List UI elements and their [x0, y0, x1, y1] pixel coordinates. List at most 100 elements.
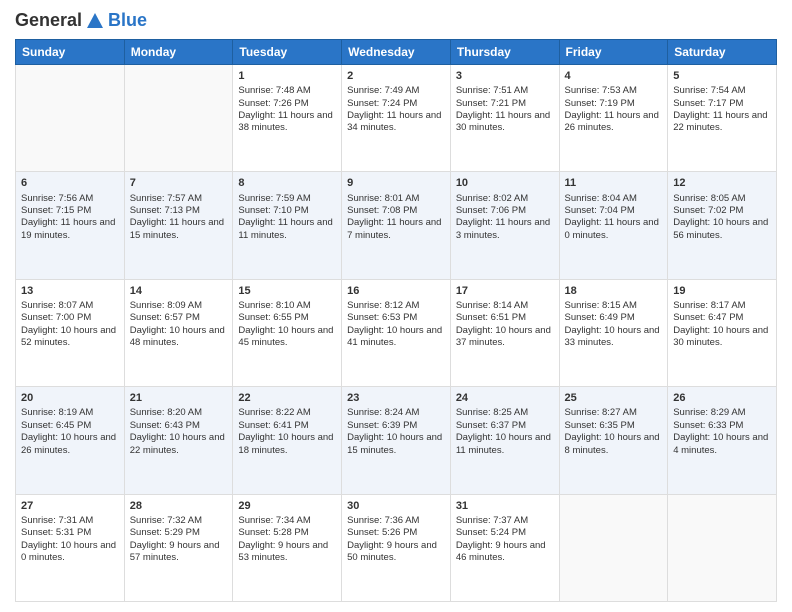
calendar-cell: [16, 65, 125, 172]
day-info: Sunrise: 8:12 AM: [347, 300, 445, 312]
calendar-cell: 2Sunrise: 7:49 AMSunset: 7:24 PMDaylight…: [342, 65, 451, 172]
day-info: Sunrise: 7:37 AM: [456, 515, 554, 527]
calendar-cell: 25Sunrise: 8:27 AMSunset: 6:35 PMDayligh…: [559, 387, 668, 494]
day-info: Sunset: 6:33 PM: [673, 420, 771, 432]
calendar-cell: 30Sunrise: 7:36 AMSunset: 5:26 PMDayligh…: [342, 494, 451, 601]
day-info: Daylight: 10 hours and 22 minutes.: [130, 432, 228, 457]
logo-blue-text: Blue: [108, 10, 147, 31]
day-info: Daylight: 11 hours and 11 minutes.: [238, 217, 336, 242]
day-info: Sunrise: 8:15 AM: [565, 300, 663, 312]
week-row-1: 1Sunrise: 7:48 AMSunset: 7:26 PMDaylight…: [16, 65, 777, 172]
calendar-cell: [559, 494, 668, 601]
calendar-cell: 31Sunrise: 7:37 AMSunset: 5:24 PMDayligh…: [450, 494, 559, 601]
day-info: Daylight: 9 hours and 53 minutes.: [238, 540, 336, 565]
day-info: Sunset: 7:21 PM: [456, 98, 554, 110]
day-info: Sunrise: 8:07 AM: [21, 300, 119, 312]
day-info: Sunrise: 8:27 AM: [565, 407, 663, 419]
day-info: Sunrise: 8:09 AM: [130, 300, 228, 312]
day-number: 30: [347, 499, 445, 513]
day-info: Daylight: 10 hours and 45 minutes.: [238, 325, 336, 350]
day-number: 2: [347, 69, 445, 83]
calendar-cell: 22Sunrise: 8:22 AMSunset: 6:41 PMDayligh…: [233, 387, 342, 494]
day-number: 4: [565, 69, 663, 83]
day-info: Sunset: 7:00 PM: [21, 312, 119, 324]
day-info: Sunset: 5:28 PM: [238, 527, 336, 539]
day-info: Sunrise: 8:01 AM: [347, 193, 445, 205]
week-row-4: 20Sunrise: 8:19 AMSunset: 6:45 PMDayligh…: [16, 387, 777, 494]
day-info: Sunset: 7:13 PM: [130, 205, 228, 217]
calendar-cell: 9Sunrise: 8:01 AMSunset: 7:08 PMDaylight…: [342, 172, 451, 279]
day-info: Sunset: 5:26 PM: [347, 527, 445, 539]
day-info: Sunrise: 7:53 AM: [565, 85, 663, 97]
day-info: Sunset: 7:08 PM: [347, 205, 445, 217]
calendar-cell: 17Sunrise: 8:14 AMSunset: 6:51 PMDayligh…: [450, 279, 559, 386]
logo-text: General Blue: [15, 10, 147, 31]
day-info: Daylight: 10 hours and 15 minutes.: [347, 432, 445, 457]
day-info: Sunset: 6:53 PM: [347, 312, 445, 324]
day-info: Sunrise: 8:05 AM: [673, 193, 771, 205]
day-info: Sunrise: 8:19 AM: [21, 407, 119, 419]
calendar-cell: 5Sunrise: 7:54 AMSunset: 7:17 PMDaylight…: [668, 65, 777, 172]
day-info: Daylight: 10 hours and 11 minutes.: [456, 432, 554, 457]
day-info: Sunrise: 8:20 AM: [130, 407, 228, 419]
day-info: Sunrise: 8:10 AM: [238, 300, 336, 312]
day-info: Daylight: 10 hours and 0 minutes.: [21, 540, 119, 565]
day-info: Sunset: 6:55 PM: [238, 312, 336, 324]
day-info: Sunrise: 8:02 AM: [456, 193, 554, 205]
day-info: Sunset: 6:39 PM: [347, 420, 445, 432]
calendar-cell: 29Sunrise: 7:34 AMSunset: 5:28 PMDayligh…: [233, 494, 342, 601]
calendar-cell: 26Sunrise: 8:29 AMSunset: 6:33 PMDayligh…: [668, 387, 777, 494]
day-info: Daylight: 9 hours and 46 minutes.: [456, 540, 554, 565]
day-number: 8: [238, 176, 336, 190]
day-number: 6: [21, 176, 119, 190]
calendar-cell: 20Sunrise: 8:19 AMSunset: 6:45 PMDayligh…: [16, 387, 125, 494]
day-header-tuesday: Tuesday: [233, 40, 342, 65]
day-info: Daylight: 11 hours and 7 minutes.: [347, 217, 445, 242]
day-info: Sunrise: 8:17 AM: [673, 300, 771, 312]
day-info: Sunrise: 7:31 AM: [21, 515, 119, 527]
day-info: Sunrise: 7:48 AM: [238, 85, 336, 97]
day-info: Daylight: 10 hours and 37 minutes.: [456, 325, 554, 350]
day-header-wednesday: Wednesday: [342, 40, 451, 65]
day-info: Sunset: 6:57 PM: [130, 312, 228, 324]
day-header-saturday: Saturday: [668, 40, 777, 65]
day-info: Sunset: 7:10 PM: [238, 205, 336, 217]
day-info: Sunrise: 8:24 AM: [347, 407, 445, 419]
day-info: Sunset: 7:19 PM: [565, 98, 663, 110]
day-number: 16: [347, 284, 445, 298]
day-info: Daylight: 11 hours and 22 minutes.: [673, 110, 771, 135]
week-row-2: 6Sunrise: 7:56 AMSunset: 7:15 PMDaylight…: [16, 172, 777, 279]
day-info: Daylight: 11 hours and 19 minutes.: [21, 217, 119, 242]
day-info: Sunset: 6:47 PM: [673, 312, 771, 324]
day-number: 28: [130, 499, 228, 513]
day-header-sunday: Sunday: [16, 40, 125, 65]
calendar-cell: 13Sunrise: 8:07 AMSunset: 7:00 PMDayligh…: [16, 279, 125, 386]
day-number: 7: [130, 176, 228, 190]
calendar-cell: 28Sunrise: 7:32 AMSunset: 5:29 PMDayligh…: [124, 494, 233, 601]
day-info: Sunset: 7:06 PM: [456, 205, 554, 217]
calendar-cell: 14Sunrise: 8:09 AMSunset: 6:57 PMDayligh…: [124, 279, 233, 386]
calendar-table: SundayMondayTuesdayWednesdayThursdayFrid…: [15, 39, 777, 602]
calendar-cell: 27Sunrise: 7:31 AMSunset: 5:31 PMDayligh…: [16, 494, 125, 601]
calendar-cell: 15Sunrise: 8:10 AMSunset: 6:55 PMDayligh…: [233, 279, 342, 386]
day-number: 25: [565, 391, 663, 405]
day-number: 23: [347, 391, 445, 405]
calendar-cell: 11Sunrise: 8:04 AMSunset: 7:04 PMDayligh…: [559, 172, 668, 279]
calendar-cell: 7Sunrise: 7:57 AMSunset: 7:13 PMDaylight…: [124, 172, 233, 279]
calendar-cell: [124, 65, 233, 172]
day-info: Daylight: 10 hours and 18 minutes.: [238, 432, 336, 457]
day-number: 5: [673, 69, 771, 83]
day-number: 19: [673, 284, 771, 298]
day-info: Daylight: 10 hours and 56 minutes.: [673, 217, 771, 242]
day-number: 24: [456, 391, 554, 405]
day-info: Sunset: 7:04 PM: [565, 205, 663, 217]
day-number: 22: [238, 391, 336, 405]
day-info: Daylight: 10 hours and 8 minutes.: [565, 432, 663, 457]
day-info: Sunset: 6:51 PM: [456, 312, 554, 324]
calendar-cell: 8Sunrise: 7:59 AMSunset: 7:10 PMDaylight…: [233, 172, 342, 279]
day-info: Daylight: 9 hours and 57 minutes.: [130, 540, 228, 565]
day-number: 31: [456, 499, 554, 513]
day-header-thursday: Thursday: [450, 40, 559, 65]
day-info: Sunrise: 8:25 AM: [456, 407, 554, 419]
calendar-cell: 1Sunrise: 7:48 AMSunset: 7:26 PMDaylight…: [233, 65, 342, 172]
